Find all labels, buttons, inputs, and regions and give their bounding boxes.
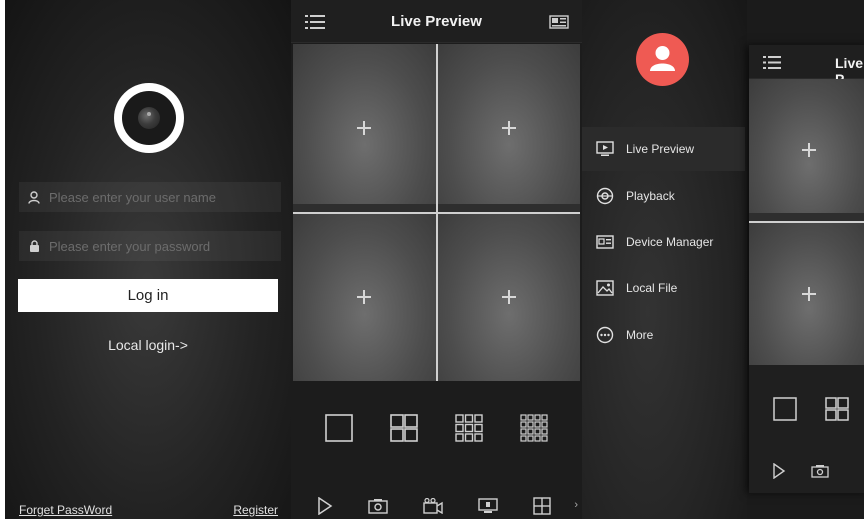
login-screen: Log in Local login-> Forget PassWord Reg…	[5, 0, 291, 519]
lock-icon	[19, 240, 49, 252]
add-channel-icon[interactable]	[802, 143, 816, 157]
local-file-icon	[595, 278, 615, 298]
video-channel-3[interactable]	[749, 223, 864, 365]
add-channel-icon[interactable]	[802, 287, 816, 301]
video-grid	[749, 79, 864, 365]
menu-item-playback[interactable]: Playback	[582, 174, 745, 218]
menu-item-local-file[interactable]: Local File	[582, 266, 745, 310]
side-menu-screen: Live Preview Playback Device Manager Loc…	[582, 0, 864, 519]
record-icon[interactable]	[422, 497, 443, 519]
video-grid	[293, 44, 580, 381]
9-split-icon[interactable]	[455, 414, 483, 447]
live-preview-peek[interactable]: Live P	[749, 45, 864, 493]
page-title: Live Preview	[391, 12, 482, 30]
top-bar: Live P	[749, 45, 864, 87]
4-split-icon[interactable]	[390, 414, 418, 447]
control-bar	[772, 462, 829, 484]
split-layout-bar	[773, 397, 849, 426]
top-bar: Live Preview	[291, 0, 582, 43]
menu-label: Live Preview	[626, 142, 695, 156]
device-icon[interactable]	[477, 498, 498, 519]
menu-label: Device Manager	[626, 235, 714, 249]
video-channel-2[interactable]	[437, 44, 580, 212]
menu-item-device-manager[interactable]: Device Manager	[582, 220, 745, 264]
login-button[interactable]: Log in	[18, 279, 278, 312]
snapshot-icon[interactable]	[811, 464, 829, 483]
more-icon	[595, 325, 615, 345]
logo-lens	[138, 107, 160, 129]
snapshot-icon[interactable]	[367, 498, 388, 519]
1-split-icon[interactable]	[325, 414, 354, 447]
control-bar	[291, 496, 582, 519]
channel-strip	[293, 203, 436, 212]
side-drawer: Live Preview Playback Device Manager Loc…	[582, 0, 747, 519]
menu-list-icon[interactable]	[763, 56, 781, 74]
app-logo-camera-icon	[114, 83, 184, 153]
forget-password-link[interactable]: Forget PassWord	[19, 503, 112, 517]
password-field[interactable]	[19, 231, 281, 261]
16-split-icon[interactable]	[520, 414, 548, 447]
live-preview-icon	[595, 139, 615, 159]
menu-item-more[interactable]: More	[582, 313, 745, 357]
user-avatar-icon[interactable]	[636, 33, 689, 86]
add-channel-icon[interactable]	[357, 120, 372, 135]
4-split-icon[interactable]	[825, 397, 849, 426]
menu-label: More	[626, 328, 654, 342]
local-login-link[interactable]: Local login->	[5, 337, 291, 353]
logo-inner	[122, 91, 176, 145]
user-icon	[19, 190, 49, 204]
add-channel-icon[interactable]	[501, 290, 516, 305]
video-channel-3[interactable]	[293, 213, 436, 381]
add-channel-icon[interactable]	[501, 120, 516, 135]
add-channel-icon[interactable]	[357, 290, 372, 305]
password-input[interactable]	[49, 238, 269, 254]
video-channel-1[interactable]	[293, 44, 436, 212]
channel-strip	[749, 213, 864, 221]
device-manager-icon	[595, 232, 615, 252]
camera-list-icon[interactable]	[549, 15, 569, 34]
username-input[interactable]	[49, 189, 269, 205]
logo-glint	[147, 112, 151, 116]
1-split-icon[interactable]	[773, 397, 797, 426]
channel-strip	[437, 203, 580, 212]
split-layout-bar	[291, 414, 582, 447]
play-icon[interactable]	[317, 496, 333, 519]
video-channel-4[interactable]	[437, 213, 580, 381]
menu-item-live-preview[interactable]: Live Preview	[582, 127, 745, 171]
live-preview-screen: Live Preview ›	[291, 0, 582, 519]
username-field[interactable]	[19, 182, 281, 212]
chevron-right-icon[interactable]: ›	[574, 499, 578, 511]
play-icon[interactable]	[772, 462, 786, 484]
playback-icon	[595, 186, 615, 206]
video-channel-1[interactable]	[749, 79, 864, 221]
split-icon[interactable]	[532, 497, 551, 519]
menu-label: Playback	[626, 189, 675, 203]
menu-label: Local File	[626, 281, 678, 295]
menu-list-icon[interactable]	[305, 15, 325, 34]
register-link[interactable]: Register	[233, 503, 278, 517]
